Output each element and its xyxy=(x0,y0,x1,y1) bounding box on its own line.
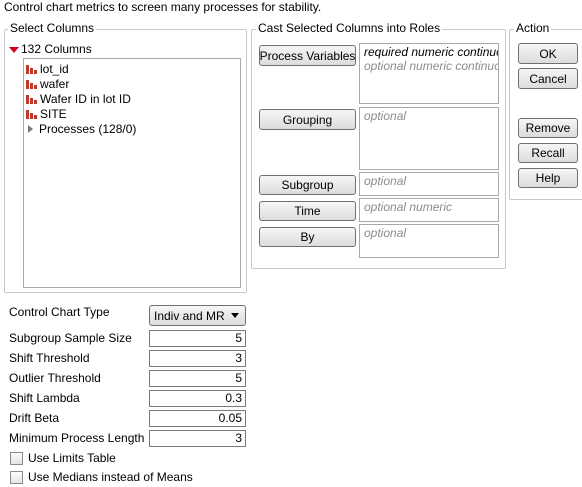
minimum-process-length-label: Minimum Process Length xyxy=(9,431,145,445)
outlier-threshold-input[interactable]: 5 xyxy=(149,370,246,387)
control-chart-type-label: Control Chart Type xyxy=(9,305,110,319)
shift-lambda-input[interactable]: 0.3 xyxy=(149,390,246,407)
grouping-button[interactable]: Grouping xyxy=(259,109,356,130)
drift-beta-input[interactable]: 0.05 xyxy=(149,410,246,427)
list-item[interactable]: Wafer ID in lot ID xyxy=(26,91,131,106)
by-button[interactable]: By xyxy=(259,227,356,247)
time-button[interactable]: Time xyxy=(259,201,356,221)
dialog-description: Control chart metrics to screen many pro… xyxy=(4,0,322,14)
role-hint-optional: optional xyxy=(364,109,407,123)
column-group-label: Processes (128/0) xyxy=(39,121,137,136)
help-button[interactable]: Help xyxy=(518,168,578,188)
shift-threshold-input[interactable]: 3 xyxy=(149,350,246,367)
process-variables-role-box[interactable]: required numeric continuous optional num… xyxy=(359,43,499,104)
continuous-column-icon xyxy=(26,78,37,89)
subgroup-button[interactable]: Subgroup xyxy=(259,175,356,195)
cast-roles-title: Cast Selected Columns into Roles xyxy=(256,21,443,35)
shift-lambda-label: Shift Lambda xyxy=(9,391,80,405)
column-group-processes[interactable]: Processes (128/0) xyxy=(26,121,136,136)
role-hint-optional: optional numeric xyxy=(364,200,453,214)
action-title: Action xyxy=(514,21,552,35)
continuous-column-icon xyxy=(26,108,37,119)
minimum-process-length-input[interactable]: 3 xyxy=(149,430,246,447)
use-limits-table-label[interactable]: Use Limits Table xyxy=(28,451,116,465)
columns-count-row[interactable]: 132 Columns xyxy=(9,42,92,56)
use-limits-table-checkbox[interactable] xyxy=(10,452,23,465)
role-hint-optional: optional xyxy=(364,174,407,188)
select-columns-title: Select Columns xyxy=(8,21,97,35)
subgroup-sample-size-input[interactable]: 5 xyxy=(149,330,246,347)
by-role-box[interactable]: optional xyxy=(359,224,499,258)
drift-beta-label: Drift Beta xyxy=(9,411,60,425)
continuous-column-icon xyxy=(26,93,37,104)
subgroup-sample-size-label: Subgroup Sample Size xyxy=(9,331,132,345)
ok-button[interactable]: OK xyxy=(518,43,578,64)
role-hint-optional: optional xyxy=(364,226,407,240)
process-variables-button[interactable]: Process Variables xyxy=(259,45,356,66)
cancel-button[interactable]: Cancel xyxy=(518,68,578,89)
list-item[interactable]: lot_id xyxy=(26,61,69,76)
role-hint-optional: optional numeric continuous xyxy=(364,59,499,73)
shift-threshold-label: Shift Threshold xyxy=(9,351,90,365)
subgroup-role-box[interactable]: optional xyxy=(359,172,499,196)
recall-button[interactable]: Recall xyxy=(518,143,578,163)
use-medians-checkbox[interactable] xyxy=(10,471,23,484)
list-item[interactable]: wafer xyxy=(26,76,69,91)
grouping-role-box[interactable]: optional xyxy=(359,107,499,170)
chevron-down-icon xyxy=(230,313,239,318)
column-label: SITE xyxy=(40,106,67,121)
column-label: Wafer ID in lot ID xyxy=(40,91,131,106)
red-triangle-menu-icon[interactable] xyxy=(9,46,19,53)
control-chart-type-select[interactable]: Indiv and MR xyxy=(149,305,246,326)
column-label: wafer xyxy=(40,76,70,91)
outlier-threshold-label: Outlier Threshold xyxy=(9,371,101,385)
expand-triangle-icon[interactable] xyxy=(28,124,33,133)
columns-count-label: 132 Columns xyxy=(21,42,92,56)
columns-list[interactable]: lot_id wafer Wafer ID in lot ID SITE Pro… xyxy=(23,58,241,288)
continuous-column-icon xyxy=(26,63,37,74)
role-hint-required: required numeric continuous xyxy=(364,45,498,59)
control-chart-type-value: Indiv and MR xyxy=(154,308,225,323)
column-label: lot_id xyxy=(40,61,69,76)
list-item[interactable]: SITE xyxy=(26,106,67,121)
use-medians-label[interactable]: Use Medians instead of Means xyxy=(28,470,193,484)
remove-button[interactable]: Remove xyxy=(518,118,578,138)
time-role-box[interactable]: optional numeric xyxy=(359,198,499,222)
